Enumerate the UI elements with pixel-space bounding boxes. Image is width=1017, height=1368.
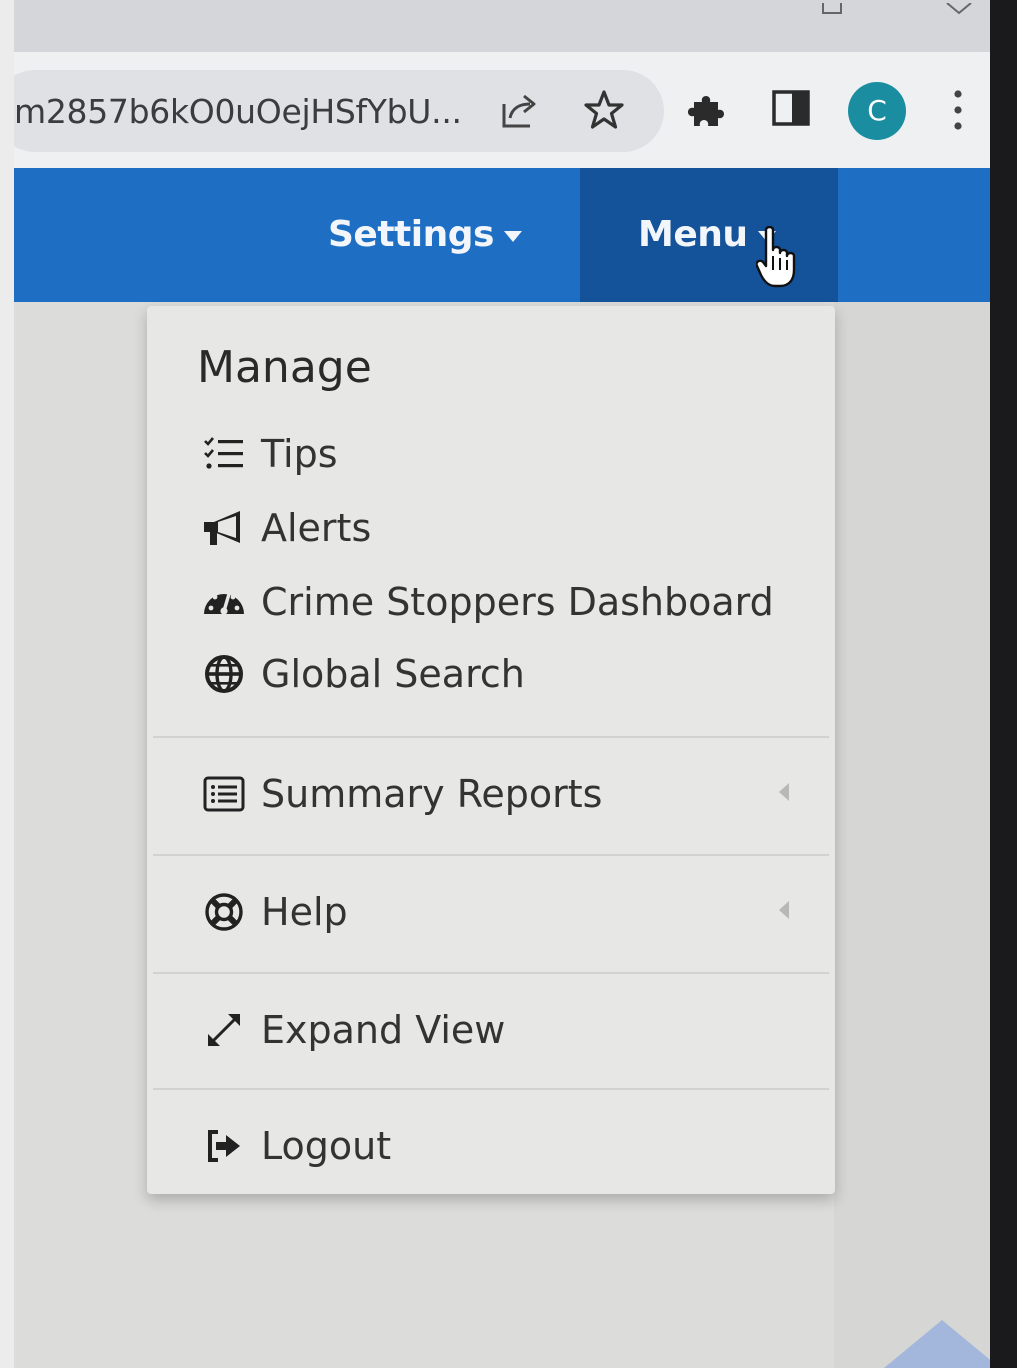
settings-label: Settings	[328, 214, 494, 255]
kebab-menu-icon[interactable]	[952, 88, 964, 136]
menu-item-crime-stoppers-dashboard[interactable]: Crime Stoppers Dashboard	[201, 572, 774, 632]
list-alt-icon	[201, 771, 247, 817]
menu-item-label: Global Search	[261, 652, 525, 696]
browser-title-strip	[14, 0, 990, 52]
globe-icon	[201, 651, 247, 697]
megaphone-icon	[201, 505, 247, 551]
monitor-bezel-left	[0, 0, 14, 1368]
menu-item-label: Logout	[261, 1124, 392, 1168]
screen: m2857b6kO0uOejHSfYbU... C Settings Menu …	[14, 0, 990, 1368]
browser-toolbar: m2857b6kO0uOejHSfYbU... C	[14, 52, 990, 168]
life-ring-icon	[201, 889, 247, 935]
dropdown-divider	[153, 854, 829, 856]
dashboard-gauge-icon	[201, 579, 247, 625]
menu-item-label: Alerts	[261, 506, 372, 550]
menu-item-help[interactable]: Help	[201, 882, 348, 942]
address-bar[interactable]: m2857b6kO0uOejHSfYbU...	[14, 70, 664, 152]
tasks-list-icon	[201, 431, 247, 477]
expand-arrows-icon	[201, 1007, 247, 1053]
dropdown-divider	[153, 972, 829, 974]
side-panel-icon[interactable]	[772, 90, 812, 132]
menu-item-label: Tips	[261, 432, 338, 476]
dropdown-divider	[153, 736, 829, 738]
window-restore-icon[interactable]	[820, 0, 846, 20]
monitor-bezel-right	[990, 0, 1017, 1368]
menu-item-summary-reports[interactable]: Summary Reports	[201, 764, 602, 824]
settings-dropdown-toggle[interactable]: Settings	[328, 168, 522, 302]
menu-item-label: Help	[261, 890, 348, 934]
profile-avatar[interactable]: C	[848, 82, 906, 140]
dropdown-header: Manage	[197, 342, 372, 393]
caret-left-icon	[779, 783, 789, 801]
bookmark-star-icon[interactable]	[582, 88, 626, 136]
menu-item-expand-view[interactable]: Expand View	[201, 1000, 505, 1060]
menu-label: Menu	[638, 214, 748, 255]
window-close-icon[interactable]	[944, 2, 974, 20]
caret-left-icon	[779, 901, 789, 919]
menu-item-logout[interactable]: Logout	[201, 1116, 391, 1176]
app-navbar: Settings Menu	[14, 168, 990, 302]
extensions-icon[interactable]	[686, 88, 730, 136]
menu-item-tips[interactable]: Tips	[201, 424, 338, 484]
menu-item-global-search[interactable]: Global Search	[201, 644, 525, 704]
sign-out-icon	[201, 1123, 247, 1169]
share-icon[interactable]	[498, 90, 540, 136]
dropdown-divider	[153, 1088, 829, 1090]
menu-dropdown: Manage Tips Alerts Crime Stoppers Dashbo…	[147, 306, 835, 1194]
caret-down-icon	[503, 230, 522, 242]
url-text: m2857b6kO0uOejHSfYbU...	[14, 92, 462, 131]
menu-item-label: Summary Reports	[261, 772, 603, 816]
menu-item-label: Expand View	[261, 1008, 506, 1052]
decorative-triangle	[884, 1320, 990, 1368]
page-background	[834, 302, 990, 1368]
menu-item-label: Crime Stoppers Dashboard	[261, 580, 774, 624]
hand-pointer-cursor-icon	[755, 225, 800, 292]
menu-item-alerts[interactable]: Alerts	[201, 498, 371, 558]
